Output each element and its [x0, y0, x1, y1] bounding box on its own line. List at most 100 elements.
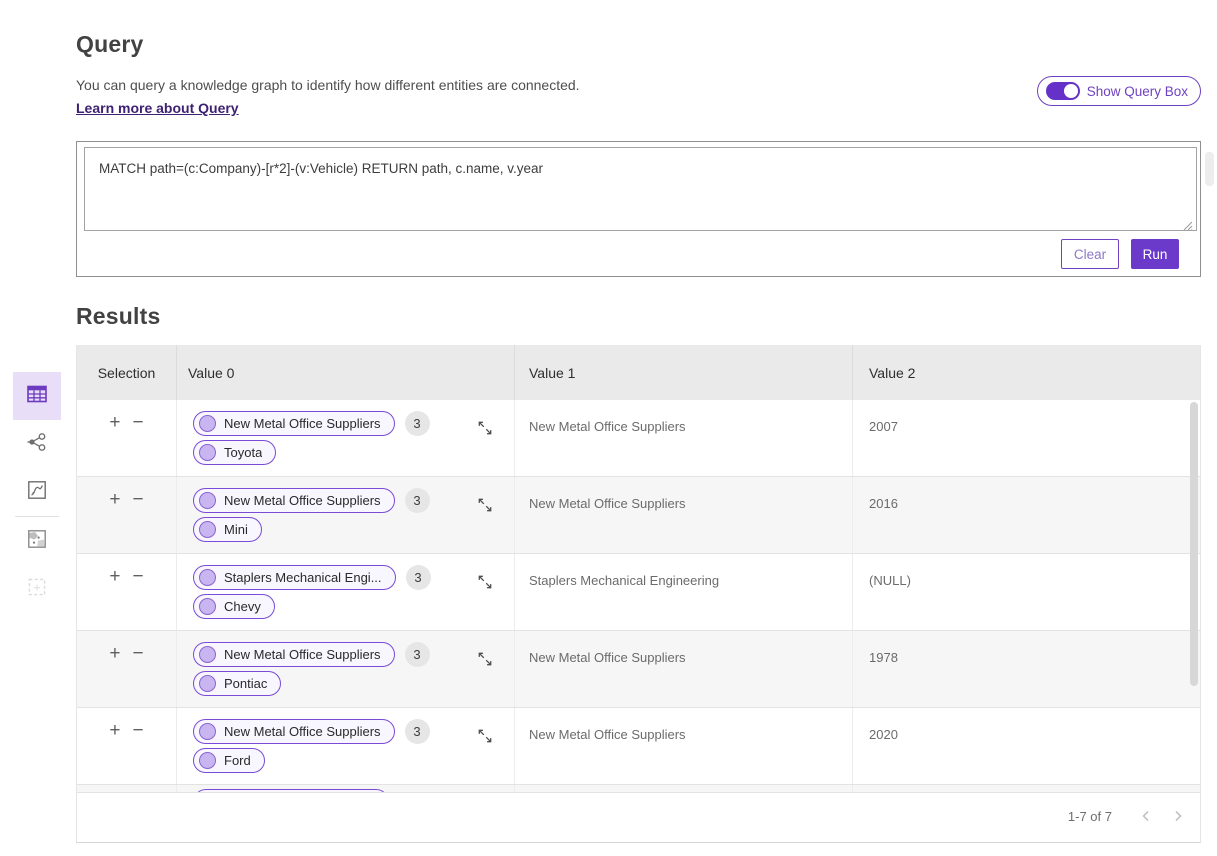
entity-pill-label: Pontiac	[224, 676, 267, 691]
entity-pill-label: Mini	[224, 522, 248, 537]
entity-pill[interactable]: New Metal Office Suppliers	[193, 411, 395, 436]
selection-cell: + −	[77, 708, 177, 784]
table-view-button[interactable]	[13, 372, 61, 420]
partially-visible-row	[77, 785, 1200, 792]
entity-pill[interactable]: Ford	[193, 748, 265, 773]
value2-cell: 2020	[853, 708, 1200, 784]
value1-cell: Staplers Mechanical Engineering	[515, 554, 853, 630]
table-view-icon	[24, 381, 50, 412]
page-scrollbar-thumb[interactable]	[1205, 152, 1214, 186]
expand-icon[interactable]	[474, 494, 496, 521]
entity-pill[interactable]: Mini	[193, 517, 262, 542]
table-row: + − New Metal Office Suppliers 3 Pontiac	[77, 631, 1200, 708]
selection-cell: + −	[77, 400, 177, 476]
chart-view-icon	[25, 478, 49, 507]
remove-selection-button[interactable]: −	[133, 413, 144, 432]
path-count-badge: 3	[406, 565, 431, 590]
graph-view-button[interactable]	[13, 420, 61, 468]
entity-pill-label: New Metal Office Suppliers	[224, 724, 381, 739]
node-dot-icon	[199, 521, 216, 538]
chart-view-button[interactable]	[13, 468, 61, 516]
value2-cell: 2016	[853, 477, 1200, 553]
remove-selection-button[interactable]: −	[133, 567, 144, 586]
add-selection-button[interactable]: +	[109, 721, 120, 740]
entity-pill[interactable]: Pontiac	[193, 671, 281, 696]
run-button[interactable]: Run	[1131, 239, 1179, 269]
value2-cell: (NULL)	[853, 554, 1200, 630]
entity-pill-label: Chevy	[224, 599, 261, 614]
expand-icon[interactable]	[474, 725, 496, 752]
table-body: + − New Metal Office Suppliers 3 Toyota	[77, 400, 1200, 792]
next-page-button[interactable]	[1168, 806, 1188, 826]
entity-pill[interactable]: Staplers Mechanical Engi...	[193, 565, 396, 590]
add-selection-button[interactable]: +	[109, 413, 120, 432]
entity-pill[interactable]: New Metal Office Suppliers	[193, 642, 395, 667]
column-header-value0: Value 0	[177, 345, 515, 400]
node-dot-icon	[199, 492, 216, 509]
add-selection-button[interactable]: +	[109, 644, 120, 663]
results-title: Results	[76, 303, 160, 330]
entity-pill[interactable]: New Metal Office Suppliers	[193, 488, 395, 513]
node-dot-icon	[199, 415, 216, 432]
toggle-label: Show Query Box	[1087, 84, 1188, 99]
node-dot-icon	[199, 675, 216, 692]
expand-icon[interactable]	[474, 648, 496, 675]
entity-pill[interactable]: New Metal Office Suppliers	[193, 719, 395, 744]
add-selection-button[interactable]: +	[109, 490, 120, 509]
entity-pill-label: Toyota	[224, 445, 262, 460]
show-query-box-toggle[interactable]: Show Query Box	[1037, 76, 1201, 106]
entity-pill[interactable]: Chevy	[193, 594, 275, 619]
query-input[interactable]: MATCH path=(c:Company)-[r*2]-(v:Vehicle)…	[84, 147, 1197, 231]
table-row: + − New Metal Office Suppliers 3 Mini	[77, 477, 1200, 554]
previous-page-button[interactable]	[1136, 806, 1156, 826]
value1-cell: New Metal Office Suppliers	[515, 477, 853, 553]
node-dot-icon	[199, 752, 216, 769]
path-count-badge: 3	[405, 411, 430, 436]
value0-cell: Staplers Mechanical Engi... 3 Chevy	[177, 554, 515, 630]
selection-cell: + −	[77, 554, 177, 630]
clear-button[interactable]: Clear	[1061, 239, 1119, 269]
learn-more-link[interactable]: Learn more about Query	[76, 100, 239, 116]
pagination-range: 1-7 of 7	[1068, 809, 1112, 824]
expand-icon[interactable]	[474, 571, 496, 598]
selection-view-button[interactable]	[13, 565, 61, 613]
pagination-bar: 1-7 of 7	[77, 792, 1200, 837]
results-table: Selection Value 0 Value 1 Value 2 + − Ne…	[76, 345, 1201, 843]
selection-cell: + −	[77, 631, 177, 707]
node-dot-icon	[199, 569, 216, 586]
expand-icon[interactable]	[474, 417, 496, 444]
add-selection-button[interactable]: +	[109, 567, 120, 586]
node-dot-icon	[199, 723, 216, 740]
path-count-badge: 3	[405, 642, 430, 667]
entity-pill-label: New Metal Office Suppliers	[224, 416, 381, 431]
entity-pill-label: Ford	[224, 753, 251, 768]
value1-cell: New Metal Office Suppliers	[515, 400, 853, 476]
remove-selection-button[interactable]: −	[133, 721, 144, 740]
table-scrollbar-thumb[interactable]	[1190, 402, 1198, 686]
path-count-badge: 3	[405, 488, 430, 513]
remove-selection-button[interactable]: −	[133, 644, 144, 663]
selection-cell: + −	[77, 477, 177, 553]
view-switcher-sidebar	[13, 372, 61, 613]
main-content: Query You can query a knowledge graph to…	[76, 0, 1201, 856]
remove-selection-button[interactable]: −	[133, 490, 144, 509]
table-row: + − New Metal Office Suppliers 3 Ford	[77, 708, 1200, 785]
value0-cell: New Metal Office Suppliers 3 Mini	[177, 477, 515, 553]
query-page: Query You can query a knowledge graph to…	[0, 0, 1217, 856]
map-view-icon	[25, 527, 49, 556]
query-box: MATCH path=(c:Company)-[r*2]-(v:Vehicle)…	[76, 141, 1201, 277]
column-header-value1: Value 1	[515, 345, 853, 400]
entity-pill-label: New Metal Office Suppliers	[224, 647, 381, 662]
toggle-switch-icon	[1046, 82, 1080, 100]
value1-cell: New Metal Office Suppliers	[515, 708, 853, 784]
value2-cell: 2007	[853, 400, 1200, 476]
selection-view-icon	[25, 575, 49, 604]
query-actions: Clear Run	[1061, 239, 1179, 269]
column-header-value2: Value 2	[853, 345, 1200, 400]
value0-cell: New Metal Office Suppliers 3 Pontiac	[177, 631, 515, 707]
entity-pill[interactable]: Toyota	[193, 440, 276, 465]
entity-pill-label: Staplers Mechanical Engi...	[224, 570, 382, 585]
map-view-button[interactable]	[13, 517, 61, 565]
entity-pill-label: New Metal Office Suppliers	[224, 493, 381, 508]
node-dot-icon	[199, 646, 216, 663]
